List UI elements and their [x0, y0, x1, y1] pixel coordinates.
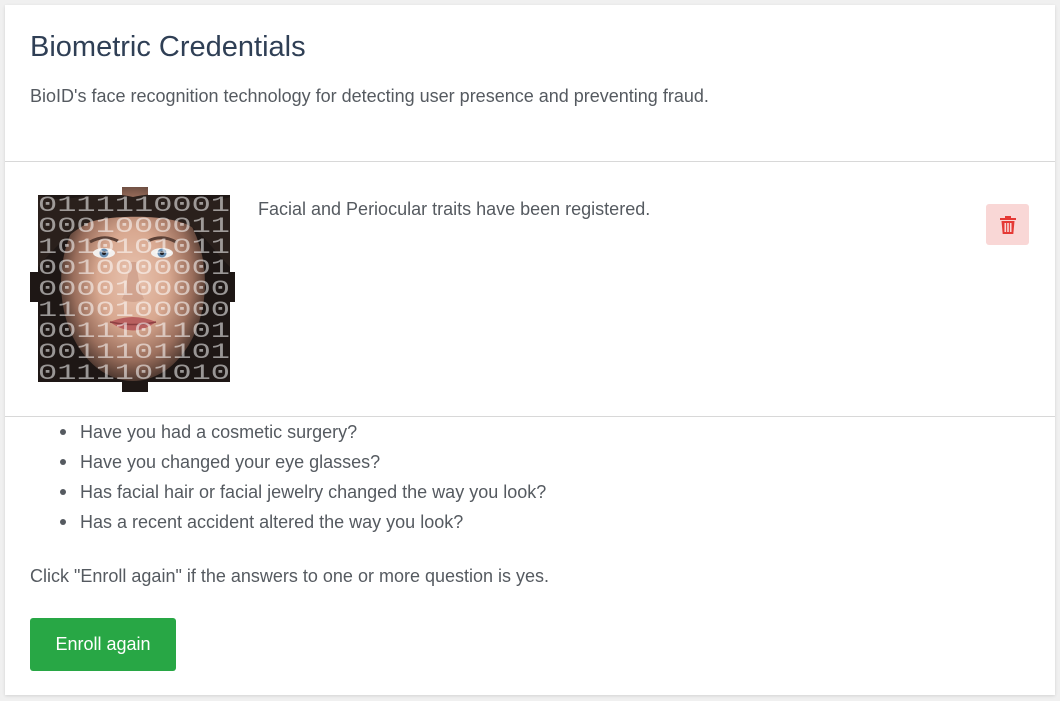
- binary-face-image: 0111110001 0001000011 1010101011 0010000001…: [30, 187, 235, 392]
- enrollment-questions-list: Have you had a cosmetic surgery? Have yo…: [5, 417, 1055, 537]
- bullet-icon: [60, 519, 66, 525]
- list-item: Have you had a cosmetic surgery?: [5, 417, 1055, 447]
- list-item: Has a recent accident altered the way yo…: [5, 507, 1055, 537]
- question-text: Has a recent accident altered the way yo…: [80, 512, 464, 532]
- bullet-icon: [60, 489, 66, 495]
- question-text: Have you had a cosmetic surgery?: [80, 422, 358, 442]
- enroll-again-button[interactable]: Enroll again: [30, 618, 176, 671]
- trash-icon: [999, 215, 1016, 234]
- page-title: Biometric Credentials: [30, 31, 306, 63]
- biometric-credentials-card: Biometric Credentials BioID's face recog…: [5, 5, 1055, 695]
- question-text: Has facial hair or facial jewelry change…: [80, 482, 547, 502]
- bullet-icon: [60, 459, 66, 465]
- registration-status-text: Facial and Periocular traits have been r…: [258, 199, 651, 219]
- list-item: Has facial hair or facial jewelry change…: [5, 477, 1055, 507]
- enrollment-row: 0111110001 0001000011 1010101011 0010000001…: [5, 162, 1055, 417]
- card-header: Biometric Credentials BioID's face recog…: [5, 5, 1055, 162]
- page-subtitle: BioID's face recognition technology for …: [30, 86, 709, 106]
- question-text: Have you changed your eye glasses?: [80, 452, 381, 472]
- bullet-icon: [60, 429, 66, 435]
- list-item: Have you changed your eye glasses?: [5, 447, 1055, 477]
- enroll-hint-text: Click "Enroll again" if the answers to o…: [30, 566, 550, 586]
- binary-overlay-row: 0111101010: [38, 361, 230, 386]
- delete-credential-button[interactable]: [986, 204, 1029, 245]
